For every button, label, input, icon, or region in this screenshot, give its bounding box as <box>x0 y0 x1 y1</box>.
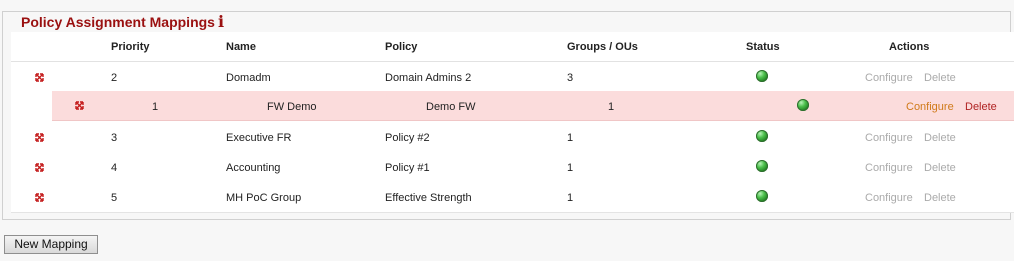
header-actions: Actions <box>889 41 930 53</box>
drag-arrows-icon[interactable] <box>35 133 44 142</box>
header-status[interactable]: Status <box>746 41 780 53</box>
green-status-orb-icon <box>756 190 768 202</box>
green-status-orb-icon <box>756 160 768 172</box>
header-policy[interactable]: Policy <box>385 41 417 53</box>
groups-cell: 1 <box>567 132 574 144</box>
name-cell: Executive FR <box>226 132 292 144</box>
policy-cell: Effective Strength <box>385 192 472 204</box>
priority-cell: 3 <box>111 132 118 144</box>
policy-cell: Demo FW <box>426 101 476 113</box>
drag-arrows-icon[interactable] <box>35 73 44 82</box>
groups-cell: 3 <box>567 72 574 84</box>
configure-link[interactable]: Configure <box>865 192 913 204</box>
priority-cell: 1 <box>152 101 159 113</box>
policy-cell: Policy #1 <box>385 162 430 174</box>
priority-cell: 2 <box>111 72 118 84</box>
delete-link[interactable]: Delete <box>924 72 956 84</box>
table-header: Priority Name Policy Groups / OUs Status… <box>11 32 1014 62</box>
delete-link[interactable]: Delete <box>924 132 956 144</box>
green-status-orb-icon <box>756 70 768 82</box>
header-priority[interactable]: Priority <box>111 41 150 53</box>
groups-cell: 1 <box>567 192 574 204</box>
name-cell: FW Demo <box>267 101 317 113</box>
groups-cell: 1 <box>608 101 615 113</box>
table-row[interactable]: 3 Executive FR Policy #2 1 Configure Del… <box>11 122 1014 153</box>
groups-cell: 1 <box>567 162 574 174</box>
drag-arrows-icon[interactable] <box>35 193 44 202</box>
table-row[interactable]: 2 Domadm Domain Admins 2 3 Configure Del… <box>11 62 1014 93</box>
policy-cell: Policy #2 <box>385 132 430 144</box>
info-icon[interactable]: i <box>218 12 224 31</box>
delete-link[interactable]: Delete <box>924 192 956 204</box>
policy-cell: Domain Admins 2 <box>385 72 472 84</box>
name-cell: Accounting <box>226 162 281 174</box>
priority-cell: 5 <box>111 192 118 204</box>
new-mapping-button[interactable]: New Mapping <box>4 235 98 254</box>
green-status-orb-icon <box>797 99 809 111</box>
header-name[interactable]: Name <box>226 41 256 53</box>
dragged-table-row[interactable]: 1 FW Demo Demo FW 1 Configure Delete <box>52 91 1014 121</box>
green-status-orb-icon <box>756 130 768 142</box>
mappings-table: Priority Name Policy Groups / OUs Status… <box>11 32 1014 213</box>
drag-arrows-icon[interactable] <box>35 163 44 172</box>
table-row[interactable]: 5 MH PoC Group Effective Strength 1 Conf… <box>11 182 1014 213</box>
panel-legend: Policy Assignment Mappings i <box>15 12 231 31</box>
configure-link[interactable]: Configure <box>865 72 913 84</box>
drag-arrows-icon[interactable] <box>75 101 84 110</box>
table-row[interactable]: 4 Accounting Policy #1 1 Configure Delet… <box>11 152 1014 183</box>
configure-link[interactable]: Configure <box>865 162 913 174</box>
header-groups[interactable]: Groups / OUs <box>567 41 638 53</box>
configure-link[interactable]: Configure <box>906 101 954 113</box>
delete-link[interactable]: Delete <box>924 162 956 174</box>
priority-cell: 4 <box>111 162 118 174</box>
name-cell: MH PoC Group <box>226 192 302 204</box>
panel-title: Policy Assignment Mappings <box>21 14 215 30</box>
configure-link[interactable]: Configure <box>865 132 913 144</box>
name-cell: Domadm <box>226 72 271 84</box>
delete-link[interactable]: Delete <box>965 101 997 113</box>
